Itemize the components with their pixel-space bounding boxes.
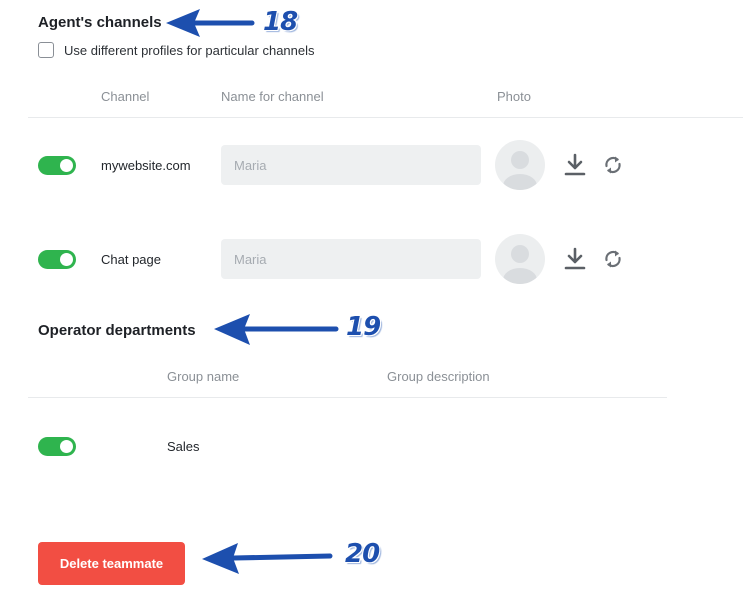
delete-teammate-button[interactable]: Delete teammate	[38, 542, 185, 585]
channel-toggle-chat-page[interactable]	[38, 250, 76, 269]
col-header-group-description: Group description	[387, 369, 490, 384]
different-profiles-label: Use different profiles for particular ch…	[64, 43, 315, 58]
arrow-20-icon	[202, 543, 333, 574]
download-icon[interactable]	[563, 247, 587, 271]
user-silhouette-icon	[503, 245, 537, 284]
col-header-channel: Channel	[101, 89, 150, 104]
refresh-icon[interactable]	[601, 247, 625, 271]
col-header-group-name: Group name	[167, 369, 240, 384]
departments-header-divider	[28, 397, 667, 398]
department-toggle-sales[interactable]	[38, 437, 76, 456]
callout-number-19: 19	[346, 312, 381, 342]
channel-toggle-mywebsite[interactable]	[38, 156, 76, 175]
agent-channels-title: Agent's channels	[38, 14, 162, 31]
col-header-name-for-channel: Name for channel	[221, 89, 324, 104]
avatar-placeholder-mywebsite	[495, 140, 545, 190]
download-icon[interactable]	[563, 153, 587, 177]
callout-number-18: 18	[263, 7, 298, 37]
avatar-placeholder-chat-page	[495, 234, 545, 284]
channels-header-divider	[28, 117, 743, 118]
channel-name-input-chat-page[interactable]	[221, 239, 481, 279]
arrow-19-icon	[214, 314, 339, 345]
arrow-18-icon	[166, 9, 255, 37]
operator-departments-title: Operator departments	[38, 322, 196, 339]
user-silhouette-icon	[503, 151, 537, 190]
channel-name-mywebsite: mywebsite.com	[101, 158, 191, 173]
col-header-photo: Photo	[497, 89, 531, 104]
callout-number-20: 20	[345, 539, 380, 569]
different-profiles-checkbox[interactable]	[38, 42, 54, 58]
channel-name-input-mywebsite[interactable]	[221, 145, 481, 185]
refresh-icon[interactable]	[601, 153, 625, 177]
department-name-sales: Sales	[167, 439, 200, 454]
channel-name-chat-page: Chat page	[101, 252, 161, 267]
